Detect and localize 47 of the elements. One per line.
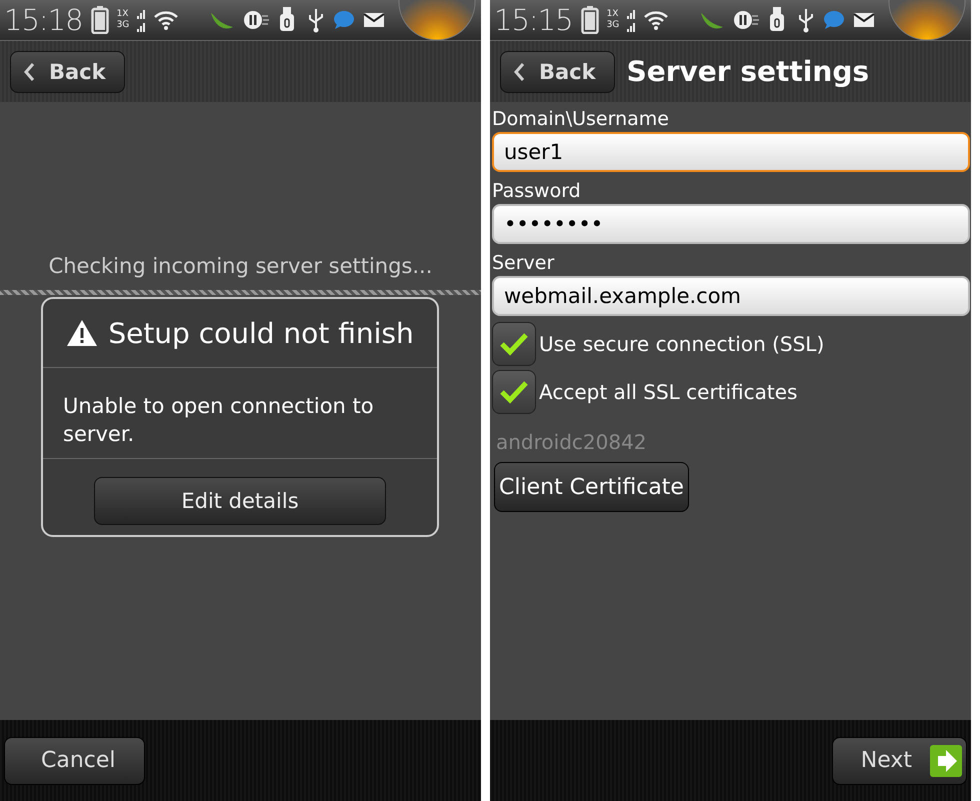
- screen-title: Server settings: [626, 55, 870, 88]
- checkmark-icon: [499, 380, 529, 404]
- edit-details-button[interactable]: Edit details: [94, 477, 386, 525]
- field-label: Password: [492, 179, 582, 204]
- certificate-alias: androidc20842: [496, 430, 648, 454]
- battery-icon: [90, 6, 109, 34]
- checkbox[interactable]: [492, 322, 536, 366]
- cancel-button[interactable]: Cancel: [4, 736, 145, 784]
- network-label: 1X: [606, 9, 620, 20]
- back-button[interactable]: Back: [10, 50, 125, 92]
- checkmark-icon: [499, 332, 529, 356]
- wifi-icon: [153, 9, 180, 31]
- envelope-icon: [363, 11, 385, 29]
- input-field[interactable]: user1: [492, 132, 970, 172]
- usb-icon: [307, 7, 325, 33]
- signal-bars-icon: [627, 8, 636, 32]
- client-certificate-button[interactable]: Client Certificate: [494, 462, 689, 512]
- checkbox-label: Accept all SSL certificates: [539, 380, 798, 404]
- clock: 15:15: [494, 3, 573, 37]
- input-field[interactable]: webmail.example.com: [492, 276, 970, 316]
- battery-icon: [580, 6, 599, 34]
- next-button[interactable]: Next: [832, 736, 967, 784]
- warning-icon: [66, 319, 98, 347]
- checkbox[interactable]: [492, 370, 536, 414]
- input-field[interactable]: ••••••••: [492, 204, 970, 244]
- network-label: 3G: [116, 20, 130, 31]
- wifi-icon: [643, 9, 670, 31]
- field-label: Domain\Username: [492, 107, 670, 132]
- chat-icon: [333, 10, 355, 30]
- dialog-message: Unable to open connection to server.: [43, 368, 437, 459]
- signal-bars-icon: [137, 8, 146, 32]
- usb-icon: [797, 7, 815, 33]
- back-button[interactable]: Back: [500, 50, 615, 92]
- chevron-left-icon: [513, 62, 525, 82]
- network-label: 1X: [116, 9, 130, 20]
- arrow-right-icon: [930, 744, 962, 776]
- pause-icon: [243, 9, 269, 31]
- dialog-title: Setup could not finish: [108, 316, 414, 350]
- checkbox-label: Use secure connection (SSL): [539, 332, 824, 356]
- chat-icon: [823, 10, 845, 30]
- envelope-icon: [853, 11, 875, 29]
- pause-icon: [733, 9, 759, 31]
- clock: 15:18: [4, 3, 83, 37]
- field-label: Server: [492, 251, 556, 276]
- network-label: 3G: [606, 20, 620, 31]
- progress-text: Checking incoming server settings...: [48, 254, 434, 278]
- chevron-left-icon: [23, 62, 35, 82]
